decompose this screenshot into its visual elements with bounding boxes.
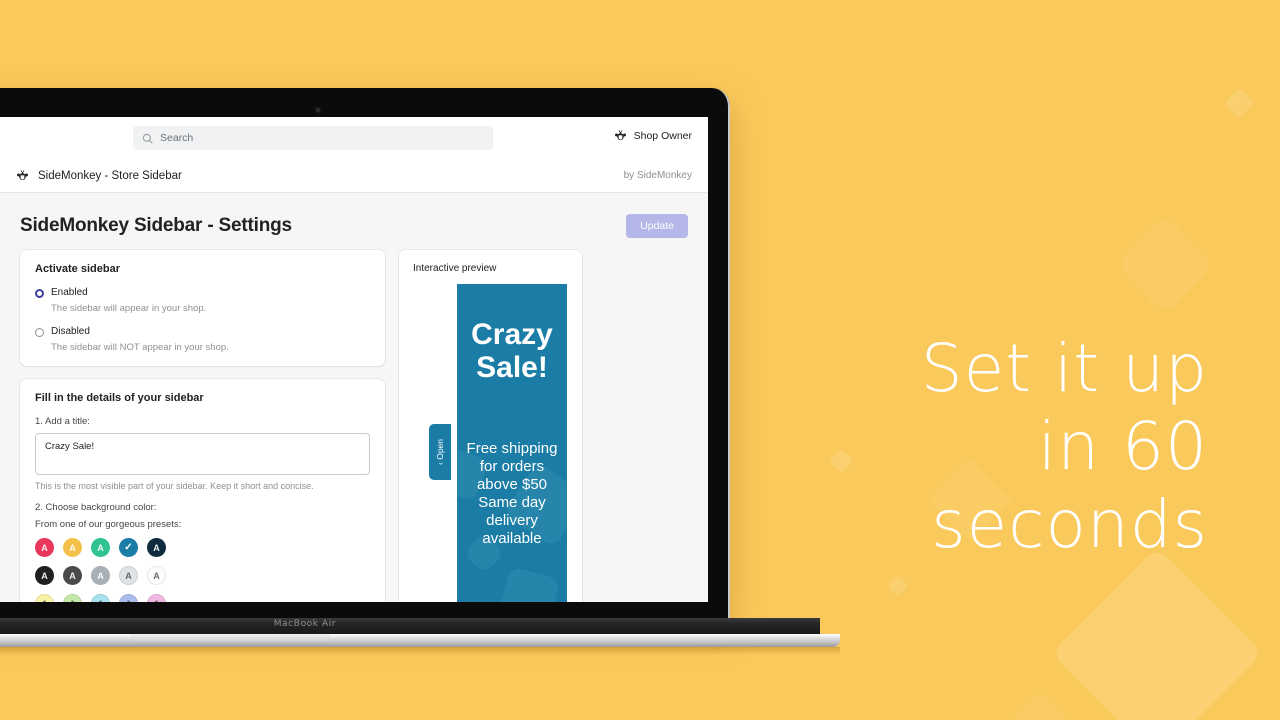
title-field-help: This is the most visible part of your si… [35, 481, 314, 491]
preview-heading: Interactive preview [413, 263, 497, 274]
color-swatch-8[interactable]: A [119, 566, 138, 585]
details-heading: Fill in the details of your sidebar [35, 392, 204, 404]
radio-disabled-label: Disabled [51, 326, 90, 337]
laptop-notch [130, 634, 330, 641]
radio-option-enabled[interactable]: Enabled [35, 287, 370, 298]
app-title: SideMonkey - Store Sidebar [38, 169, 182, 182]
activate-sidebar-card: Activate sidebar Enabled The sidebar wil… [20, 250, 385, 366]
radio-enabled-label: Enabled [51, 287, 88, 298]
deco-square-large [1050, 546, 1264, 720]
color-swatch-6[interactable]: A [63, 566, 82, 585]
deco-diamond-5 [1011, 691, 1069, 720]
search-placeholder-text: Search [160, 132, 194, 144]
color-preset-grid: AAA✓AAAAAAAAAAA [35, 538, 370, 602]
preview-stage: ‹ Open Crazy Sale! Free shipping for ord… [413, 284, 568, 602]
radio-option-disabled[interactable]: Disabled [35, 326, 370, 337]
account-name: Shop Owner [633, 129, 692, 142]
color-swatch-12[interactable]: A [91, 594, 110, 602]
color-swatch-13[interactable]: A [119, 594, 138, 602]
monkey-app-icon [17, 170, 28, 181]
radio-disabled-icon[interactable] [35, 328, 44, 337]
color-swatch-7[interactable]: A [91, 566, 110, 585]
color-swatch-14[interactable]: A [147, 594, 166, 602]
monkey-avatar-icon [614, 130, 626, 141]
search-input[interactable]: Search [133, 126, 493, 150]
preview-blob-4 [497, 566, 561, 602]
color-swatch-4[interactable]: A [147, 538, 166, 557]
color-swatch-10[interactable]: A [35, 594, 54, 602]
promo-stage: Set it up in 60 seconds SideMonkey Demo … [0, 0, 1280, 720]
deco-diamond-2 [886, 574, 910, 598]
deco-square-medium [1115, 215, 1215, 315]
webcam-dot [316, 108, 320, 112]
check-icon: ✓ [124, 542, 133, 553]
color-swatch-2[interactable]: A [91, 538, 110, 557]
interactive-preview-card: Interactive preview ‹ Open Crazy Sale! F… [399, 250, 582, 602]
preview-title: Crazy Sale! [471, 318, 553, 384]
radio-enabled-help: The sidebar will appear in your shop. [51, 303, 207, 314]
preview-sidebar-panel[interactable]: Crazy Sale! Free shipping for orders abo… [457, 284, 567, 602]
deco-diamond-4 [1223, 87, 1255, 119]
device-model-label: MacBook Air [273, 619, 337, 629]
promo-headline: Set it up in 60 seconds [688, 330, 1208, 564]
color-swatch-3[interactable]: ✓ [119, 538, 138, 557]
presets-label: From one of our gorgeous presets: [35, 519, 182, 530]
open-label: Open [435, 438, 446, 460]
app-topbar: SideMonkey Demo St… Search [0, 117, 708, 160]
settings-page: SideMonkey Sidebar - Settings Update Act… [0, 193, 708, 602]
preview-body: Free shipping for orders above $50 Same … [466, 440, 558, 547]
color-swatch-1[interactable]: A [63, 538, 82, 557]
color-swatch-11[interactable]: A [63, 594, 82, 602]
search-icon [142, 133, 153, 144]
preview-open-tab[interactable]: ‹ Open [429, 424, 451, 480]
app-header-bar: SideMonkey - Store Sidebar by SideMonkey [0, 159, 708, 193]
promo-line-1: Set it up [920, 330, 1208, 407]
color-swatch-5[interactable]: A [35, 566, 54, 585]
promo-line-3: seconds [931, 486, 1208, 563]
radio-enabled-icon[interactable] [35, 289, 44, 298]
title-textarea[interactable]: Crazy Sale! [35, 433, 370, 475]
page-title: SideMonkey Sidebar - Settings [20, 215, 292, 236]
sidebar-details-card: Fill in the details of your sidebar 1. A… [20, 379, 385, 602]
account-menu[interactable]: Shop Owner [614, 129, 692, 142]
laptop-mockup: SideMonkey Demo St… Search [0, 88, 840, 655]
color-swatch-9[interactable]: A [147, 566, 166, 585]
preview-column: Interactive preview ‹ Open Crazy Sale! F… [399, 250, 582, 602]
radio-disabled-help: The sidebar will NOT appear in your shop… [51, 342, 229, 353]
laptop-screen: SideMonkey Demo St… Search [0, 117, 708, 602]
preview-open-tab-label: ‹ Open [435, 439, 445, 465]
update-button[interactable]: Update [626, 214, 688, 238]
settings-column: Activate sidebar Enabled The sidebar wil… [20, 250, 385, 602]
app-publisher: by SideMonkey [623, 170, 692, 181]
color-swatch-0[interactable]: A [35, 538, 54, 557]
activate-sidebar-heading: Activate sidebar [35, 263, 120, 275]
laptop-deck [0, 634, 840, 647]
laptop-shadow [0, 647, 840, 655]
chevron-left-icon: ‹ [435, 462, 446, 466]
promo-line-2: in 60 [1037, 408, 1208, 485]
title-field-label: 1. Add a title: [35, 416, 90, 427]
background-color-label: 2. Choose background color: [35, 502, 157, 513]
